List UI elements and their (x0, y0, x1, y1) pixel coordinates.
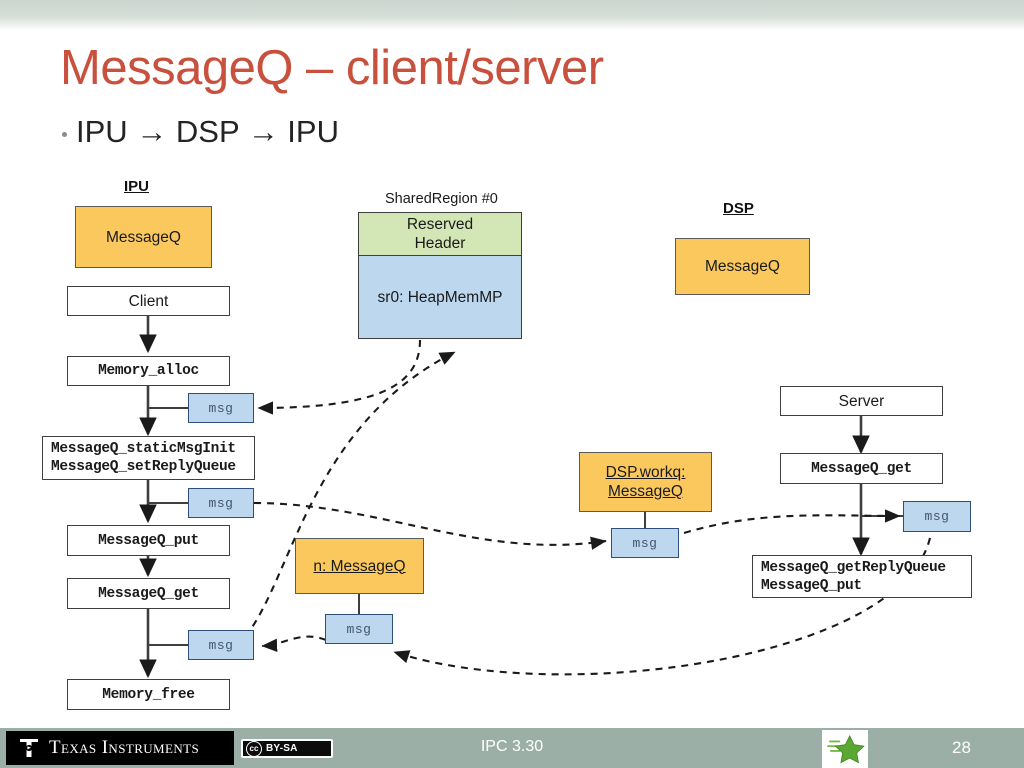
column-heading-ipu: IPU (124, 178, 150, 195)
dsp-workq-line2: MessageQ (608, 483, 683, 500)
shared-region-caption: SharedRegion #0 (385, 191, 498, 207)
dsp-reply-box: MessageQ_getReplyQueue MessageQ_put (752, 555, 972, 598)
dsp-workq-msg-box: msg (611, 528, 679, 558)
ipu-msg-get-label: msg (208, 637, 234, 653)
ipu-msg-get-box: msg (188, 630, 254, 660)
page-number: 28 (952, 738, 971, 757)
reply-queue-label: n: MessageQ (313, 557, 406, 575)
shared-region-reserved-header: Reserved Header (358, 212, 522, 256)
reserved-header-line1: Reserved (406, 216, 474, 233)
column-heading-dsp: DSP (723, 200, 754, 217)
dsp-msg-server-label: msg (924, 509, 950, 524)
ipu-memory-alloc-box: Memory_alloc (67, 356, 230, 386)
green-star-icon (827, 734, 865, 764)
ipu-static-init-box: MessageQ_staticMsgInit MessageQ_setReply… (42, 436, 255, 480)
dsp-workq-msg-label: msg (632, 535, 658, 551)
ipu-client-box: Client (67, 286, 230, 316)
ipu-messageq-module-label: MessageQ (106, 228, 181, 246)
reserved-header-line2: Header (414, 235, 466, 252)
ipu-messageq-module: MessageQ (75, 206, 212, 268)
messageq-flow-diagram: IPU MessageQ Client Memory_alloc msg Mes… (0, 0, 1024, 720)
ipu-msg-alloc-label: msg (208, 400, 234, 416)
dsp-workq-messageq-box: DSP.workq: MessageQ (579, 452, 712, 512)
dsp-server-label: Server (838, 392, 885, 410)
reply-queue-msg-label: msg (346, 621, 372, 637)
ipu-set-reply-queue-label: MessageQ_setReplyQueue (51, 459, 236, 475)
ipu-messageq-get-box: MessageQ_get (67, 578, 230, 609)
shared-region-heap-label: sr0: HeapMemMP (377, 288, 503, 306)
ipu-client-label: Client (128, 292, 169, 310)
dsp-msg-server-box: msg (903, 501, 971, 532)
ipu-static-msg-init-label: MessageQ_staticMsgInit (51, 441, 236, 457)
star-badge (822, 730, 868, 768)
ipu-messageq-put-label: MessageQ_put (98, 532, 199, 549)
ipu-memory-free-box: Memory_free (67, 679, 230, 710)
reply-queue-box: n: MessageQ (295, 538, 424, 594)
ipu-messageq-put-box: MessageQ_put (67, 525, 230, 556)
ipu-msg-put-box: msg (188, 488, 254, 518)
ipu-memory-alloc-label: Memory_alloc (98, 363, 199, 379)
ipu-memory-free-label: Memory_free (102, 686, 195, 703)
ipu-messageq-get-label: MessageQ_get (98, 585, 199, 602)
footer-course-label: IPC 3.30 (480, 738, 544, 755)
dsp-messageq-module-label: MessageQ (705, 258, 780, 275)
dsp-messageq-put-label: MessageQ_put (761, 577, 862, 594)
dsp-workq-line1: DSP.workq: (605, 464, 686, 481)
dsp-messageq-get-label: MessageQ_get (811, 460, 912, 477)
shared-region-heapmemmp: sr0: HeapMemMP (358, 256, 522, 339)
ipu-msg-alloc-box: msg (188, 393, 254, 423)
dsp-messageq-get-box: MessageQ_get (780, 453, 943, 484)
reply-queue-msg-box: msg (325, 614, 393, 644)
ipu-msg-put-label: msg (208, 495, 234, 511)
dsp-get-reply-queue-label: MessageQ_getReplyQueue (761, 559, 946, 576)
dsp-server-box: Server (780, 386, 943, 416)
dsp-messageq-module: MessageQ (675, 238, 810, 295)
